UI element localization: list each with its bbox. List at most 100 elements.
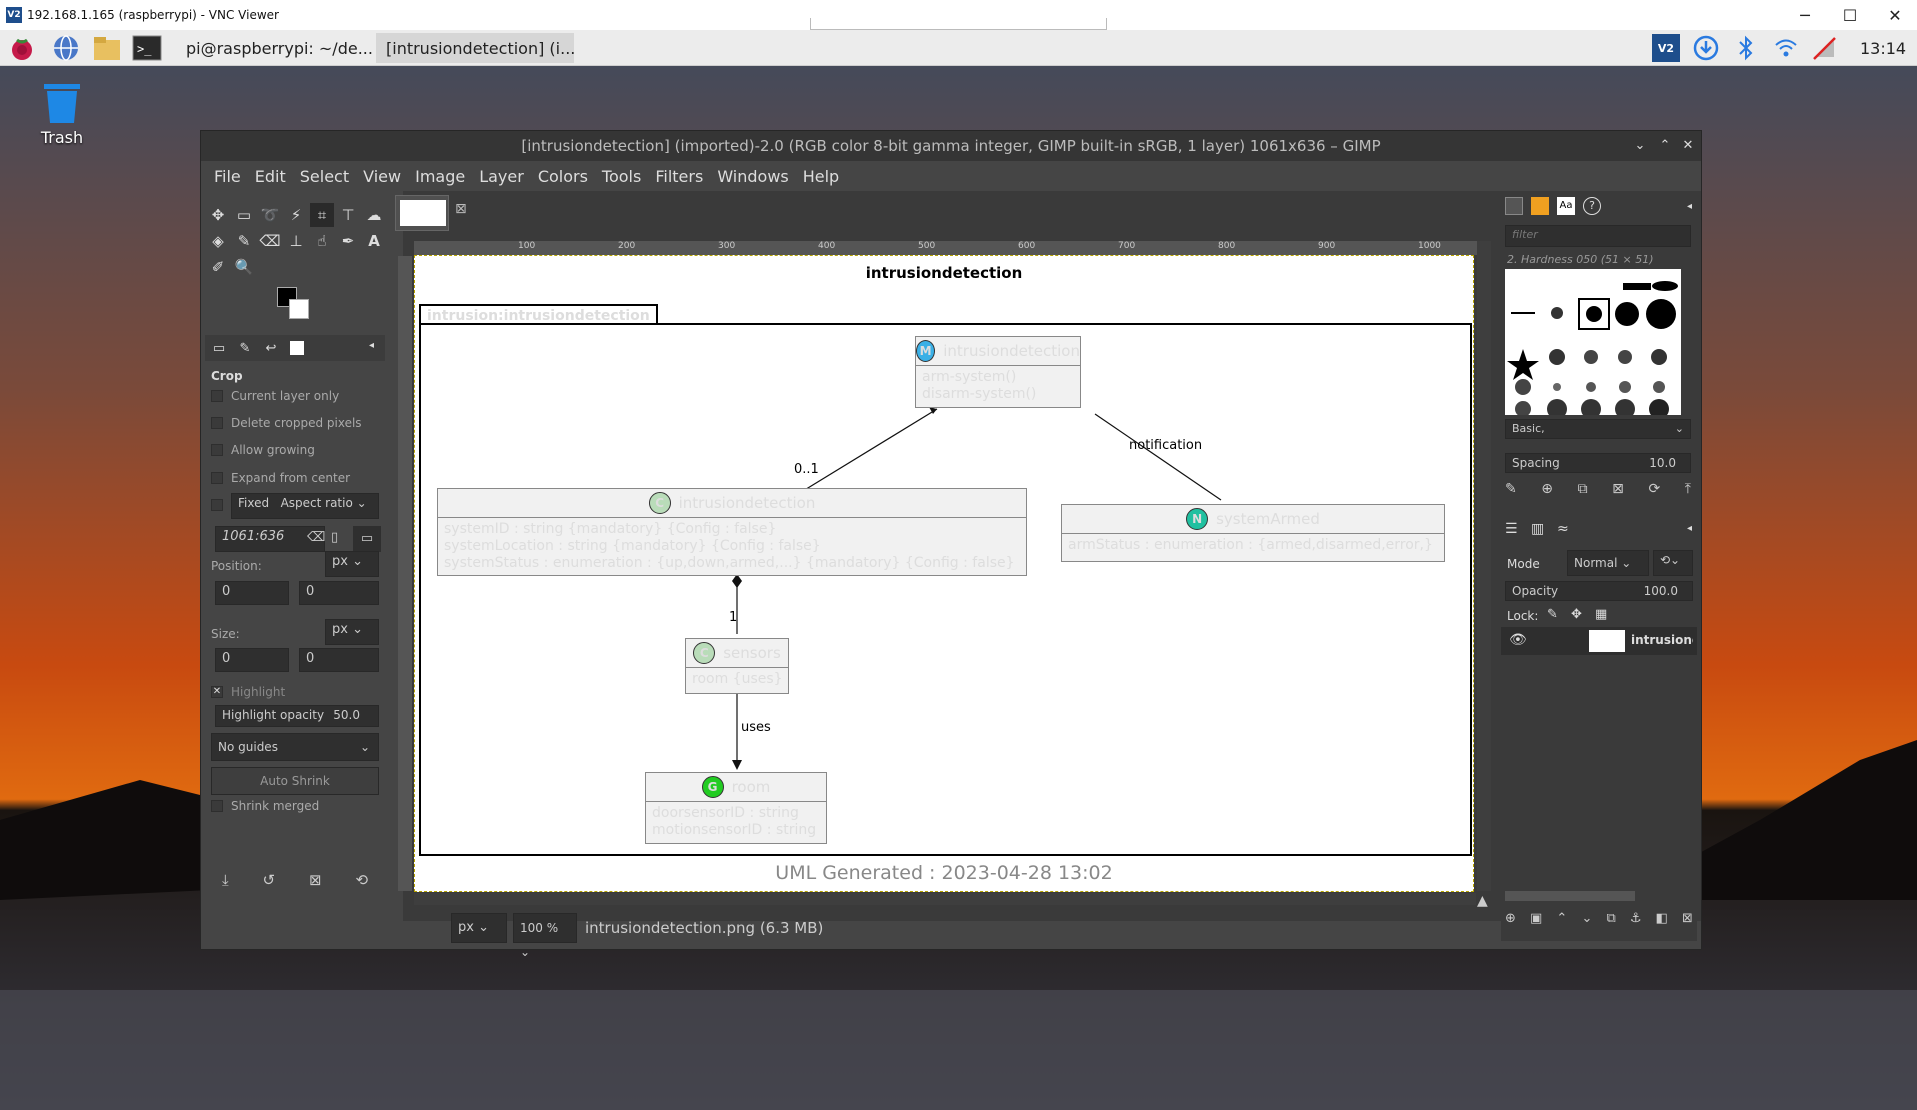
move-tool-icon[interactable]: ✥: [206, 203, 230, 227]
undo-history-icon[interactable]: ↩: [259, 336, 283, 360]
position-y-input[interactable]: 0: [299, 581, 379, 605]
duplicate-brush-icon[interactable]: ⧉: [1578, 481, 1588, 505]
navigate-icon[interactable]: ▲: [1477, 893, 1488, 909]
menu-edit[interactable]: Edit: [248, 167, 293, 186]
brush-filter-input[interactable]: filter: [1505, 225, 1691, 247]
anchor-layer-icon[interactable]: ⚓: [1630, 911, 1642, 935]
menu-tools[interactable]: Tools: [595, 167, 648, 186]
switch-mode-icon[interactable]: ⟲⌄: [1653, 550, 1693, 576]
color-picker-icon[interactable]: ✐: [206, 255, 230, 279]
checkbox[interactable]: [211, 390, 223, 402]
mask-icon[interactable]: ◧: [1656, 911, 1668, 935]
checkbox[interactable]: [211, 417, 223, 429]
close-icon[interactable]: ✕: [1870, 2, 1917, 28]
new-layer-group-icon[interactable]: ▣: [1530, 911, 1542, 935]
minimize-icon[interactable]: ─: [1780, 2, 1830, 28]
bluetooth-icon[interactable]: [1732, 34, 1760, 62]
paintbrush-icon[interactable]: ✎: [232, 229, 256, 253]
warp-tool-icon[interactable]: ☁: [362, 203, 386, 227]
save-preset-icon[interactable]: ⤓: [222, 871, 229, 899]
lasso-tool-icon[interactable]: ➰: [258, 203, 282, 227]
tool-options-icon[interactable]: ✎: [233, 336, 257, 360]
module-box[interactable]: Mintrusiondetection arm-system() disarm-s…: [915, 336, 1081, 408]
opacity-slider[interactable]: Opacity 100.0: [1505, 581, 1693, 601]
help-tab-icon[interactable]: ?: [1583, 197, 1601, 215]
clone-tool-icon[interactable]: ⊥: [284, 229, 308, 253]
download-icon[interactable]: [1692, 34, 1720, 62]
raspberry-menu-icon[interactable]: [8, 34, 36, 62]
notification-box[interactable]: NsystemArmed armStatus : enumeration : {…: [1061, 504, 1445, 562]
vnc-toolbar-handle[interactable]: [810, 18, 1107, 30]
sensors-box[interactable]: Csensors room {uses}: [685, 638, 789, 694]
new-layer-icon[interactable]: ⊕: [1505, 911, 1516, 935]
menu-help[interactable]: Help: [796, 167, 846, 186]
crop-tool-icon[interactable]: ⌗: [310, 203, 334, 227]
paths-tab-icon[interactable]: ≈: [1557, 521, 1569, 537]
patterns-tab-icon[interactable]: [1531, 197, 1549, 215]
raise-layer-icon[interactable]: ⌃: [1556, 911, 1567, 935]
fixed-aspect-dropdown[interactable]: Fixed Aspect ratio ⌄: [231, 493, 379, 519]
smudge-tool-icon[interactable]: ☝: [310, 229, 334, 253]
expand-from-center-option[interactable]: Expand from center: [211, 471, 350, 485]
paths-tool-icon[interactable]: ✒: [336, 229, 360, 253]
fonts-tab-icon[interactable]: Aa: [1557, 197, 1575, 215]
text-tool-icon[interactable]: A: [362, 229, 386, 253]
portrait-icon[interactable]: ▯: [331, 530, 338, 545]
eraser-icon[interactable]: ⌫: [258, 229, 282, 253]
container-box[interactable]: Cintrusiondetection systemID : string {m…: [437, 488, 1027, 576]
delete-preset-icon[interactable]: ⊠: [309, 871, 322, 899]
duplicate-layer-icon[interactable]: ⧉: [1606, 911, 1615, 935]
menu-file[interactable]: File: [207, 167, 248, 186]
size-height-input[interactable]: 0: [299, 648, 379, 672]
browser-icon[interactable]: [52, 34, 80, 62]
panel-menu-icon[interactable]: ◂: [1687, 201, 1692, 212]
file-manager-icon[interactable]: [92, 34, 120, 62]
menu-image[interactable]: Image: [408, 167, 472, 186]
background-color-swatch[interactable]: [289, 299, 309, 319]
gimp-task-button[interactable]: [intrusiondetection] (i...: [376, 33, 574, 63]
position-unit-select[interactable]: px ⌄: [325, 551, 379, 577]
menu-windows[interactable]: Windows: [710, 167, 795, 186]
zoom-select[interactable]: 100 % ⌄: [513, 913, 577, 959]
image-tab[interactable]: [395, 195, 449, 231]
rect-select-tool-icon[interactable]: ▭: [232, 203, 256, 227]
chevron-down-icon[interactable]: ⌄: [1631, 137, 1649, 155]
panel-menu-icon[interactable]: ◂: [1687, 523, 1692, 534]
images-tab-icon[interactable]: [285, 336, 309, 360]
maximize-icon[interactable]: ⌃: [1656, 137, 1674, 155]
layer-row[interactable]: 👁 intrusiondetection: [1501, 627, 1697, 655]
guides-dropdown[interactable]: No guides ⌄: [211, 733, 379, 761]
brushes-tab-icon[interactable]: [1505, 197, 1523, 215]
wifi-icon[interactable]: [1772, 34, 1800, 62]
fixed-option[interactable]: [211, 499, 223, 511]
highlight-opacity-slider[interactable]: Highlight opacity 50.0: [215, 705, 379, 727]
maximize-icon[interactable]: ☐: [1825, 2, 1875, 28]
brush-preset-select[interactable]: Basic, ⌄: [1505, 419, 1691, 439]
current-layer-only-option[interactable]: Current layer only: [211, 389, 339, 403]
fuzzy-select-tool-icon[interactable]: ⚡: [284, 203, 308, 227]
vnc-tray-icon[interactable]: V2: [1652, 34, 1680, 62]
checkbox[interactable]: [211, 444, 223, 456]
menu-view[interactable]: View: [356, 167, 408, 186]
eye-icon[interactable]: 👁: [1509, 632, 1527, 648]
zoom-tool-icon[interactable]: 🔍: [232, 255, 256, 279]
vertical-ruler[interactable]: [398, 256, 412, 891]
panel-menu-icon[interactable]: ◂: [369, 340, 374, 351]
checkbox[interactable]: [211, 499, 223, 511]
highlight-option[interactable]: ✕ Highlight: [211, 685, 285, 699]
auto-shrink-button[interactable]: Auto Shrink: [211, 767, 379, 795]
checkbox[interactable]: [211, 800, 223, 812]
shrink-merged-option[interactable]: Shrink merged: [211, 799, 319, 813]
landscape-icon[interactable]: ▭: [353, 526, 381, 552]
reset-icon[interactable]: ⟲: [355, 871, 368, 899]
close-icon[interactable]: ✕: [1679, 137, 1697, 155]
horizontal-ruler[interactable]: 100 200 300 400 500 600 700 800 900 1000: [414, 241, 1484, 255]
clear-field-icon[interactable]: ⌫: [307, 530, 325, 545]
new-brush-icon[interactable]: ⊕: [1541, 481, 1553, 505]
lock-pixels-icon[interactable]: ✎: [1547, 607, 1558, 622]
volume-muted-icon[interactable]: [1810, 34, 1838, 62]
menu-filters[interactable]: Filters: [648, 167, 710, 186]
restore-preset-icon[interactable]: ↺: [263, 871, 276, 899]
layer-mode-select[interactable]: Normal ⌄: [1567, 550, 1649, 576]
room-box[interactable]: Groom doorsensorID : string motionsensorI…: [645, 772, 827, 844]
